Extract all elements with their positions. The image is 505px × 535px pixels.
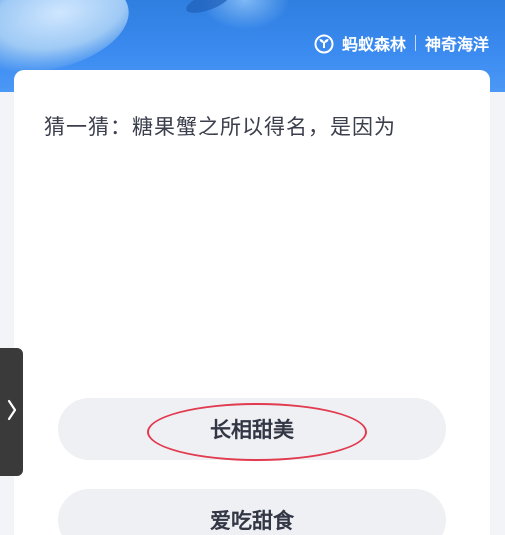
answer-option-label: 爱吃甜食: [210, 509, 294, 533]
answer-option-1[interactable]: 长相甜美: [58, 398, 446, 460]
section-name: 神奇海洋: [424, 35, 489, 54]
quiz-question: 猜一猜：糖果蟹之所以得名，是因为: [44, 115, 396, 139]
sprout-icon: [312, 31, 336, 55]
side-expand-tab[interactable]: [0, 348, 23, 476]
quiz-page: 蚂蚁森林 神奇海洋 猜一猜：糖果蟹之所以得名，是因为 长相甜美 爱吃甜食: [0, 0, 505, 535]
brand-divider: [414, 35, 416, 51]
brand-bar: 蚂蚁森林 神奇海洋: [312, 30, 489, 56]
brand-name: 蚂蚁森林: [341, 35, 406, 54]
chevron-right-icon: [7, 398, 17, 426]
answer-option-label: 长相甜美: [210, 418, 294, 442]
answer-option-2[interactable]: 爱吃甜食: [58, 489, 446, 535]
